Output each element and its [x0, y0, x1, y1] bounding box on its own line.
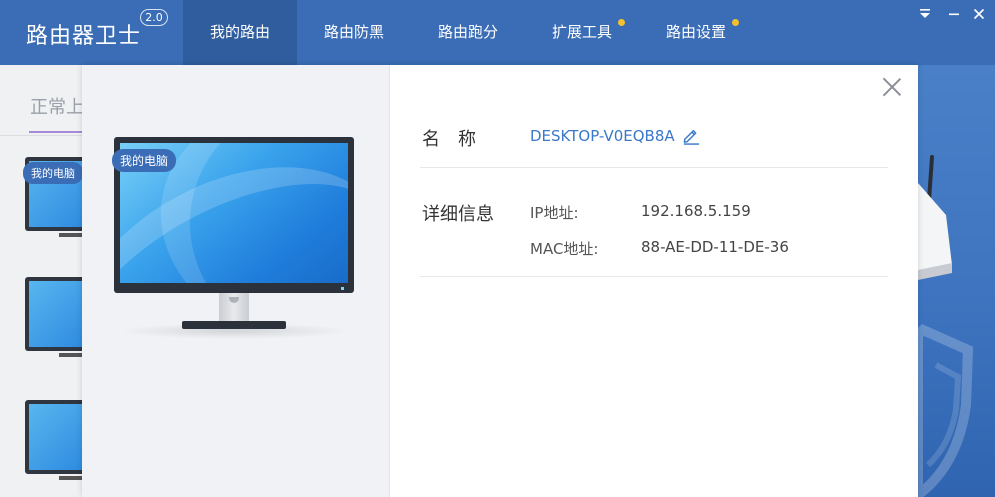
edit-icon[interactable] [681, 126, 700, 145]
tab-anti-hack[interactable]: 路由防黑 [297, 0, 411, 65]
monitor-icon [25, 400, 87, 474]
tab-label: 路由防黑 [323, 23, 384, 41]
app-title: 路由器卫士 [26, 24, 142, 49]
title-bar: 路由器卫士 2.0 我的路由 路由防黑 路由跑分 扩展工具 路由设置 [0, 0, 995, 65]
divider [420, 167, 888, 168]
device-name: DESKTOP-V0EQB8A [530, 126, 700, 145]
device-list-panel: 正常上 我的电脑 [0, 65, 89, 497]
device-detail-dialog: 我的电脑 名称 DESKTOP-V0EQB8A 详细信息 IP地址: 192.1… [82, 65, 918, 497]
notification-dot [732, 19, 739, 26]
monitor-icon [25, 277, 87, 351]
device-preview: 我的电脑 [82, 65, 390, 497]
tab-label: 扩展工具 [551, 23, 612, 41]
device-item[interactable] [25, 277, 87, 367]
minimize-icon[interactable] [943, 6, 965, 26]
ip-address-label: IP地址: [530, 204, 579, 222]
divider [420, 276, 888, 277]
mac-address-value: 88-AE-DD-11-DE-36 [641, 238, 789, 256]
device-name-text: DESKTOP-V0EQB8A [530, 126, 675, 145]
close-icon[interactable] [968, 6, 990, 26]
ip-address-value: 192.168.5.159 [641, 202, 751, 220]
mac-address-label: MAC地址: [530, 240, 599, 258]
name-label: 名称 [422, 129, 494, 150]
notification-dot [618, 19, 625, 26]
dropdown-menu-icon[interactable] [914, 6, 936, 26]
device-badge: 我的电脑 [112, 149, 177, 172]
status-tab[interactable]: 正常上 [30, 93, 84, 119]
router-icon [918, 155, 974, 497]
main-nav: 我的路由 路由防黑 路由跑分 扩展工具 路由设置 [183, 0, 753, 65]
version-badge: 2.0 [140, 9, 168, 26]
details-label: 详细信息 [422, 204, 494, 225]
tab-benchmark[interactable]: 路由跑分 [411, 0, 525, 65]
tab-my-router[interactable]: 我的路由 [183, 0, 297, 65]
dialog-close-icon[interactable] [882, 77, 902, 97]
tab-label: 我的路由 [209, 23, 270, 41]
device-item[interactable] [25, 400, 87, 490]
divider [0, 135, 82, 136]
router-illustration-panel [918, 65, 995, 497]
status-tab-underline [29, 131, 89, 133]
tab-label: 路由跑分 [437, 23, 498, 41]
tab-router-settings[interactable]: 路由设置 [639, 0, 753, 65]
device-badge: 我的电脑 [23, 162, 83, 184]
tab-label: 路由设置 [665, 23, 726, 41]
tab-extension-tools[interactable]: 扩展工具 [525, 0, 639, 65]
